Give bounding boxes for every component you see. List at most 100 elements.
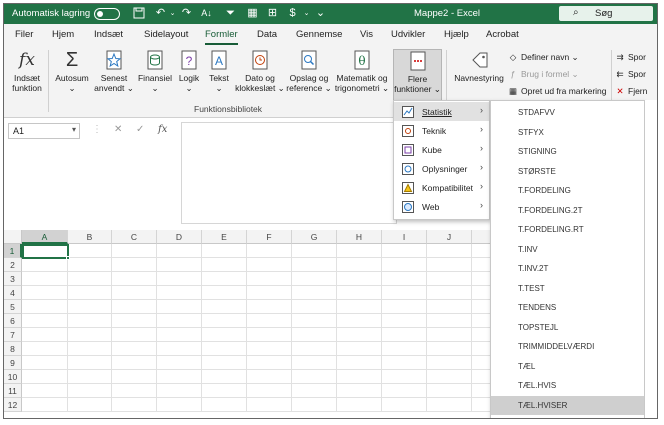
- function-item[interactable]: T.FORDELING.2T: [491, 201, 644, 221]
- cell[interactable]: [22, 258, 68, 272]
- cell[interactable]: [202, 286, 247, 300]
- remove-arrows-button[interactable]: ✕ Fjern: [615, 86, 647, 97]
- cell[interactable]: [68, 272, 112, 286]
- selected-cell[interactable]: [22, 244, 69, 259]
- tab-udvikler[interactable]: Udvikler: [391, 29, 425, 40]
- text-button[interactable]: A Tekst ⌄: [204, 49, 234, 93]
- recent-button[interactable]: Senest anvendt ⌄: [92, 49, 136, 93]
- tab-data[interactable]: Data: [257, 29, 277, 40]
- function-item[interactable]: T.TEST: [491, 279, 644, 299]
- function-item[interactable]: T.INV: [491, 240, 644, 260]
- cell[interactable]: [337, 272, 382, 286]
- row-header[interactable]: 4: [4, 286, 22, 300]
- cell[interactable]: [68, 258, 112, 272]
- cell[interactable]: [382, 272, 427, 286]
- column-header[interactable]: A: [22, 230, 68, 244]
- cell[interactable]: [202, 272, 247, 286]
- cell[interactable]: [157, 342, 202, 356]
- cell[interactable]: [157, 244, 202, 258]
- cell[interactable]: [247, 314, 292, 328]
- name-manager-button[interactable]: Navnestyring: [452, 49, 506, 83]
- menu-item-statistik[interactable]: Statistik ›: [394, 102, 489, 121]
- cell[interactable]: [157, 384, 202, 398]
- lookup-button[interactable]: Opslag og reference ⌄: [286, 49, 332, 93]
- cell[interactable]: [22, 272, 68, 286]
- cell[interactable]: [337, 314, 382, 328]
- cell[interactable]: [112, 244, 157, 258]
- function-item[interactable]: TRIMMIDDELVÆRDI: [491, 337, 644, 357]
- cell[interactable]: [247, 272, 292, 286]
- cell[interactable]: [22, 370, 68, 384]
- cell[interactable]: [202, 314, 247, 328]
- cell[interactable]: [337, 286, 382, 300]
- cell[interactable]: [157, 314, 202, 328]
- function-item[interactable]: STFYX: [491, 123, 644, 143]
- row-header[interactable]: 12: [4, 398, 22, 412]
- cell[interactable]: [247, 370, 292, 384]
- menu-item-oplysninger[interactable]: Oplysninger ›: [394, 159, 489, 178]
- cell[interactable]: [247, 398, 292, 412]
- cell[interactable]: [112, 342, 157, 356]
- cell[interactable]: [292, 314, 337, 328]
- cell[interactable]: [247, 356, 292, 370]
- tab-gennemse[interactable]: Gennemse: [296, 29, 342, 40]
- cell[interactable]: [22, 286, 68, 300]
- cell[interactable]: [202, 384, 247, 398]
- autosum-button[interactable]: Σ Autosum ⌄: [52, 49, 92, 93]
- tab-formler[interactable]: Formler: [205, 29, 238, 45]
- cell[interactable]: [382, 300, 427, 314]
- currency-icon[interactable]: $: [286, 7, 299, 20]
- cell[interactable]: [292, 328, 337, 342]
- cell[interactable]: [292, 286, 337, 300]
- cell[interactable]: [112, 286, 157, 300]
- fill-handle[interactable]: [66, 256, 70, 260]
- select-all-corner[interactable]: [4, 230, 22, 244]
- cell[interactable]: [292, 244, 337, 258]
- autosave-toggle[interactable]: [94, 8, 120, 20]
- function-item[interactable]: T.INV.2T: [491, 259, 644, 279]
- cell[interactable]: [337, 258, 382, 272]
- cell[interactable]: [427, 286, 472, 300]
- cell[interactable]: [68, 370, 112, 384]
- cell[interactable]: [427, 328, 472, 342]
- menu-item-kube[interactable]: Kube ›: [394, 140, 489, 159]
- cell[interactable]: [337, 244, 382, 258]
- row-header[interactable]: 1: [4, 244, 22, 258]
- cell[interactable]: [157, 272, 202, 286]
- cell[interactable]: [337, 342, 382, 356]
- function-item[interactable]: STØRSTE: [491, 162, 644, 182]
- function-item[interactable]: T.FORDELING: [491, 181, 644, 201]
- cell[interactable]: [68, 398, 112, 412]
- cell[interactable]: [247, 384, 292, 398]
- tab-filer[interactable]: Filer: [15, 29, 33, 40]
- cell[interactable]: [112, 300, 157, 314]
- cell[interactable]: [382, 314, 427, 328]
- financial-button[interactable]: Finansiel ⌄: [136, 49, 174, 93]
- cell[interactable]: [337, 356, 382, 370]
- define-name-button[interactable]: ◇ Definer navn ⌄: [508, 52, 579, 63]
- row-header[interactable]: 7: [4, 328, 22, 342]
- function-item[interactable]: TÆL: [491, 357, 644, 377]
- row-header[interactable]: 11: [4, 384, 22, 398]
- sort-icon[interactable]: A↓: [200, 7, 213, 20]
- cell[interactable]: [112, 272, 157, 286]
- row-header[interactable]: 2: [4, 258, 22, 272]
- menu-item-kompatibilitet[interactable]: Kompatibilitet ›: [394, 178, 489, 197]
- cell[interactable]: [427, 384, 472, 398]
- insert-function-icon[interactable]: fx: [158, 124, 167, 135]
- row-header[interactable]: 9: [4, 356, 22, 370]
- cell[interactable]: [112, 258, 157, 272]
- filter-icon[interactable]: ⏷: [224, 7, 237, 20]
- cell[interactable]: [337, 300, 382, 314]
- cell[interactable]: [382, 328, 427, 342]
- math-button[interactable]: θ Matematik og trigonometri ⌄: [333, 49, 391, 93]
- cell[interactable]: [382, 370, 427, 384]
- cell[interactable]: [157, 286, 202, 300]
- tab-hjaelp[interactable]: Hjælp: [444, 29, 469, 40]
- column-header[interactable]: F: [247, 230, 292, 244]
- tab-vis[interactable]: Vis: [360, 29, 373, 40]
- column-header[interactable]: E: [202, 230, 247, 244]
- cell[interactable]: [247, 286, 292, 300]
- cell[interactable]: [68, 384, 112, 398]
- cell[interactable]: [292, 258, 337, 272]
